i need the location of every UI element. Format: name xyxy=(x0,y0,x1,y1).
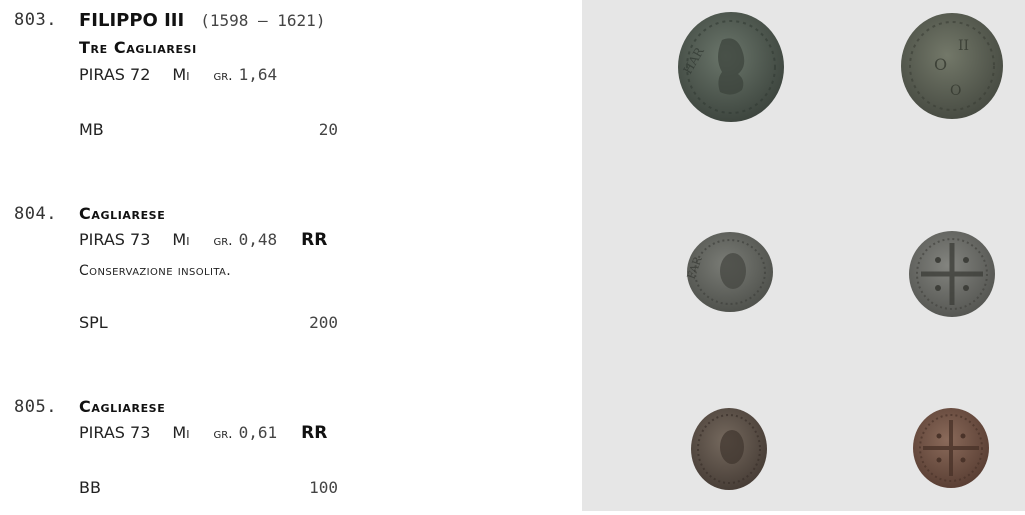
lot-804: 804. Cagliarese PIRAS 73 Mi gr. 0,48 RR Cons… xyxy=(0,204,582,344)
svg-text:O: O xyxy=(934,55,947,74)
weight-value: 0,61 xyxy=(238,423,278,442)
metal: Mi xyxy=(172,423,190,442)
denomination: Tre Cagliaresi xyxy=(79,38,197,57)
estimate-price: 20 xyxy=(318,120,338,139)
coin-photo-panel: HAR O II O FAR xyxy=(582,0,1025,511)
denomination-line: Tre Cagliaresi xyxy=(79,38,197,57)
lot-number: 805. xyxy=(14,397,57,417)
lot-title-line: Cagliarese xyxy=(79,397,165,416)
lot-note: Conservazione insolita. xyxy=(79,263,232,279)
conservation-grade: SPL xyxy=(79,313,108,332)
lot-title-line: FILIPPO III (1598 – 1621) xyxy=(79,10,325,31)
note-line: Conservazione insolita. xyxy=(79,260,231,279)
svg-text:II: II xyxy=(958,38,969,54)
conservation-grade: BB xyxy=(79,478,101,497)
reign-dates: (1598 – 1621) xyxy=(200,11,326,30)
reference-line: PIRAS 73 Mi gr. 0,61 RR xyxy=(79,423,327,443)
lot-805: 805. Cagliarese PIRAS 73 Mi gr. 0,61 RR BB 1… xyxy=(0,397,582,507)
conservation-grade: MB xyxy=(79,120,104,139)
coin-804-reverse-image xyxy=(909,231,995,317)
lot-title-line: Cagliarese xyxy=(79,204,165,223)
ruler-name: FILIPPO III xyxy=(79,10,185,31)
catalog-text-column: 803. FILIPPO III (1598 – 1621) Tre Caglia… xyxy=(0,0,582,511)
coin-photos: HAR O II O FAR xyxy=(678,12,1003,490)
denomination: Cagliarese xyxy=(79,204,166,223)
coin-805-reverse-image xyxy=(913,408,989,488)
lot-number: 804. xyxy=(14,204,57,224)
coin-803-obverse-image: HAR xyxy=(678,12,784,122)
coin-803-reverse-image: O II O xyxy=(901,13,1003,119)
weight-label: gr. xyxy=(213,68,233,84)
rarity-badge: RR xyxy=(301,230,328,250)
weight-label: gr. xyxy=(213,426,233,442)
estimate-price: 100 xyxy=(309,478,338,497)
coin-804-obverse-image: FAR xyxy=(685,232,773,312)
metal: Mi xyxy=(172,230,190,249)
weight-value: 1,64 xyxy=(238,65,278,84)
catalog-reference: PIRAS 73 xyxy=(79,230,151,249)
catalog-reference: PIRAS 73 xyxy=(79,423,151,442)
svg-text:O: O xyxy=(950,83,961,99)
weight-value: 0,48 xyxy=(238,230,278,249)
lot-number: 803. xyxy=(14,10,57,30)
denomination: Cagliarese xyxy=(79,397,166,416)
reference-line: PIRAS 73 Mi gr. 0,48 RR xyxy=(79,230,327,250)
catalog-reference: PIRAS 72 xyxy=(79,65,151,84)
metal: Mi xyxy=(172,65,190,84)
coin-805-obverse-image xyxy=(691,408,767,490)
estimate-price: 200 xyxy=(309,313,338,332)
reference-line: PIRAS 72 Mi gr. 1,64 xyxy=(79,65,277,84)
weight-label: gr. xyxy=(213,233,233,249)
lot-803: 803. FILIPPO III (1598 – 1621) Tre Caglia… xyxy=(0,10,582,150)
rarity-badge: RR xyxy=(301,423,328,443)
